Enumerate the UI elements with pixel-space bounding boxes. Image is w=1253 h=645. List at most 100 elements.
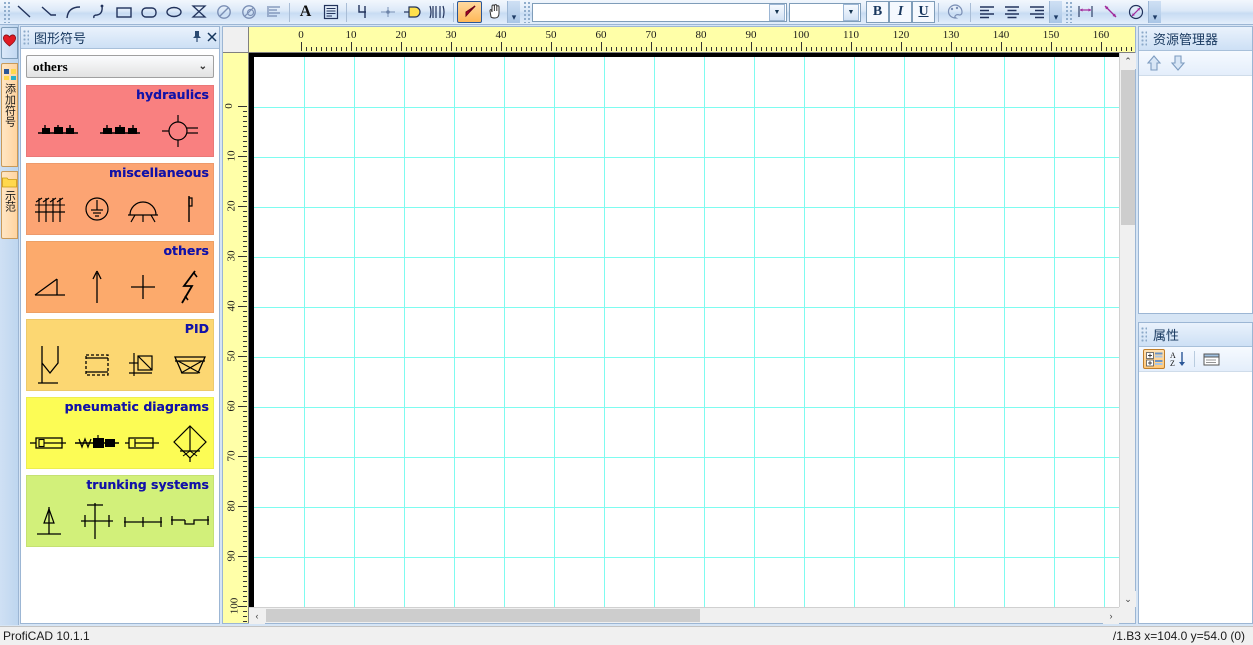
drawing-canvas[interactable] <box>249 53 1119 607</box>
pin-icon[interactable] <box>189 30 204 46</box>
symbol-hyd-pump-circle[interactable] <box>151 106 213 156</box>
font-family-combo[interactable]: ▼ <box>532 2 787 22</box>
canvas-horizontal-scrollbar[interactable]: ‹ › <box>249 607 1119 624</box>
symbol-pn-spring-cyl[interactable] <box>74 418 121 468</box>
symbol-category-miscellaneous[interactable]: miscellaneous <box>26 163 214 235</box>
align-right-button[interactable] <box>1024 1 1049 23</box>
symbol-pn-cylinder-b[interactable] <box>120 418 167 468</box>
move-down-button[interactable] <box>1167 53 1189 73</box>
text-block-tool-button[interactable] <box>318 1 343 23</box>
bus-tool-button[interactable] <box>425 1 450 23</box>
line-tool-button[interactable] <box>11 1 36 23</box>
junction-point-tool-button[interactable] <box>375 1 400 23</box>
ruler-tick <box>576 47 577 51</box>
toolbar-grip-font[interactable] <box>522 1 530 23</box>
symbol-pn-diamond[interactable] <box>167 418 214 468</box>
align-center-button[interactable] <box>999 1 1024 23</box>
sidebar-item-add-symbol[interactable]: 添加符号 <box>1 63 18 167</box>
symbol-category-hydraulics[interactable]: hydraulics <box>26 85 214 157</box>
symbol-oth-arrow-up[interactable] <box>74 262 121 312</box>
symbol-pid-nozzle[interactable] <box>27 340 74 390</box>
symbol-tr-cross[interactable] <box>74 496 121 546</box>
symbol-oth-lightning[interactable] <box>167 262 214 312</box>
move-up-button[interactable] <box>1143 53 1165 73</box>
symbol-category-others[interactable]: others <box>26 241 214 313</box>
sidebar-item-examples[interactable]: 示范 <box>1 171 18 239</box>
polyline-tool-button[interactable] <box>36 1 61 23</box>
scroll-up-button[interactable]: ⌃ <box>1120 53 1136 69</box>
bold-button[interactable]: B <box>866 1 889 23</box>
property-pages-button[interactable] <box>1200 349 1222 369</box>
ruler-tick <box>243 381 247 382</box>
select-arrow-tool-button[interactable] <box>457 1 482 23</box>
list-tool-button[interactable] <box>261 1 286 23</box>
toolbar-overflow-2[interactable]: ▾ <box>1049 1 1062 23</box>
hourglass-tool-button[interactable] <box>186 1 211 23</box>
drawing-page[interactable] <box>249 53 1119 607</box>
grid-line-horizontal <box>254 207 1119 208</box>
symbol-oth-angle[interactable] <box>27 262 74 312</box>
canvas-vertical-scrollbar[interactable]: ⌃ ⌄ <box>1119 53 1136 607</box>
font-size-combo[interactable]: ▼ <box>789 2 861 22</box>
circle-slash-tool-button[interactable] <box>211 1 236 23</box>
bezier-tool-button[interactable] <box>86 1 111 23</box>
ellipse-tool-button[interactable] <box>161 1 186 23</box>
ruler-tick <box>1076 47 1077 51</box>
circle-slash-filled-tool-button[interactable] <box>236 1 261 23</box>
text-tool-button[interactable]: A <box>293 1 318 23</box>
horizontal-ruler[interactable]: 0 10 20 30 40 50 60 70 80 90 100 110 120 130 140 150 160 <box>249 27 1135 53</box>
ruler-tick <box>386 47 387 51</box>
symbol-misc-dome[interactable] <box>120 184 167 234</box>
toolbar-grip-dimension[interactable] <box>1064 1 1072 23</box>
dimension-diagonal-button[interactable] <box>1098 1 1123 23</box>
connector-tool-button[interactable] <box>400 1 425 23</box>
horizontal-scroll-thumb[interactable] <box>266 609 700 622</box>
rounded-rectangle-tool-button[interactable] <box>136 1 161 23</box>
symbol-tr-riser[interactable] <box>27 496 74 546</box>
ruler-tick <box>243 376 247 377</box>
dimension-angular-button[interactable] <box>1123 1 1148 23</box>
toolbar-overflow-3[interactable]: ▾ <box>1148 1 1161 23</box>
pan-hand-tool-button[interactable] <box>482 1 507 23</box>
symbol-pn-cylinder-a[interactable] <box>27 418 74 468</box>
dimension-linear-button[interactable] <box>1073 1 1098 23</box>
symbol-hyd-valve-b[interactable] <box>89 106 151 156</box>
symbol-tr-run[interactable] <box>120 496 167 546</box>
scroll-right-button[interactable]: › <box>1103 608 1119 624</box>
vertical-scroll-thumb[interactable] <box>1121 70 1135 225</box>
symbol-misc-earth[interactable] <box>74 184 121 234</box>
properties-panel-body[interactable] <box>1139 372 1252 623</box>
scroll-left-button[interactable]: ‹ <box>249 608 265 624</box>
symbol-pid-damper[interactable] <box>120 340 167 390</box>
symbol-pid-box[interactable] <box>74 340 121 390</box>
color-picker-button[interactable] <box>942 1 967 23</box>
symbol-category-pid[interactable]: PID <box>26 319 214 391</box>
italic-button[interactable]: I <box>889 1 912 23</box>
symbol-misc-comb[interactable] <box>27 184 74 234</box>
ruler-tick <box>586 47 587 51</box>
alphabetical-sort-button[interactable]: A Z <box>1167 349 1189 369</box>
arc-tool-button[interactable] <box>61 1 86 23</box>
symbol-tr-bend[interactable] <box>167 496 214 546</box>
underline-button[interactable]: U <box>912 1 935 23</box>
resources-panel-body[interactable] <box>1139 76 1252 313</box>
toolbar-overflow-1[interactable]: ▾ <box>507 1 520 23</box>
symbol-pid-hopper[interactable] <box>167 340 214 390</box>
symbol-library-select[interactable]: others ⌄ <box>26 55 214 78</box>
symbol-misc-pin[interactable] <box>167 184 214 234</box>
symbol-category-trunking-systems[interactable]: trunking systems <box>26 475 214 547</box>
ruler-tick <box>321 47 322 51</box>
sidebar-item-favorites[interactable] <box>1 27 18 59</box>
scroll-down-button[interactable]: ⌄ <box>1120 591 1136 607</box>
symbol-oth-plus[interactable] <box>120 262 167 312</box>
categorized-view-button[interactable] <box>1143 349 1165 369</box>
vertical-ruler[interactable]: 0 10 20 30 40 50 60 70 80 90 100 <box>223 53 249 623</box>
close-icon[interactable] <box>204 31 219 45</box>
align-left-button[interactable] <box>974 1 999 23</box>
ruler-tick <box>1026 47 1027 51</box>
toolbar-grip-draw[interactable] <box>2 1 10 23</box>
terminal-tool-button[interactable] <box>350 1 375 23</box>
symbol-category-pneumatic-diagrams[interactable]: pneumatic diagrams <box>26 397 214 469</box>
rectangle-tool-button[interactable] <box>111 1 136 23</box>
symbol-hyd-valve-a[interactable] <box>27 106 89 156</box>
